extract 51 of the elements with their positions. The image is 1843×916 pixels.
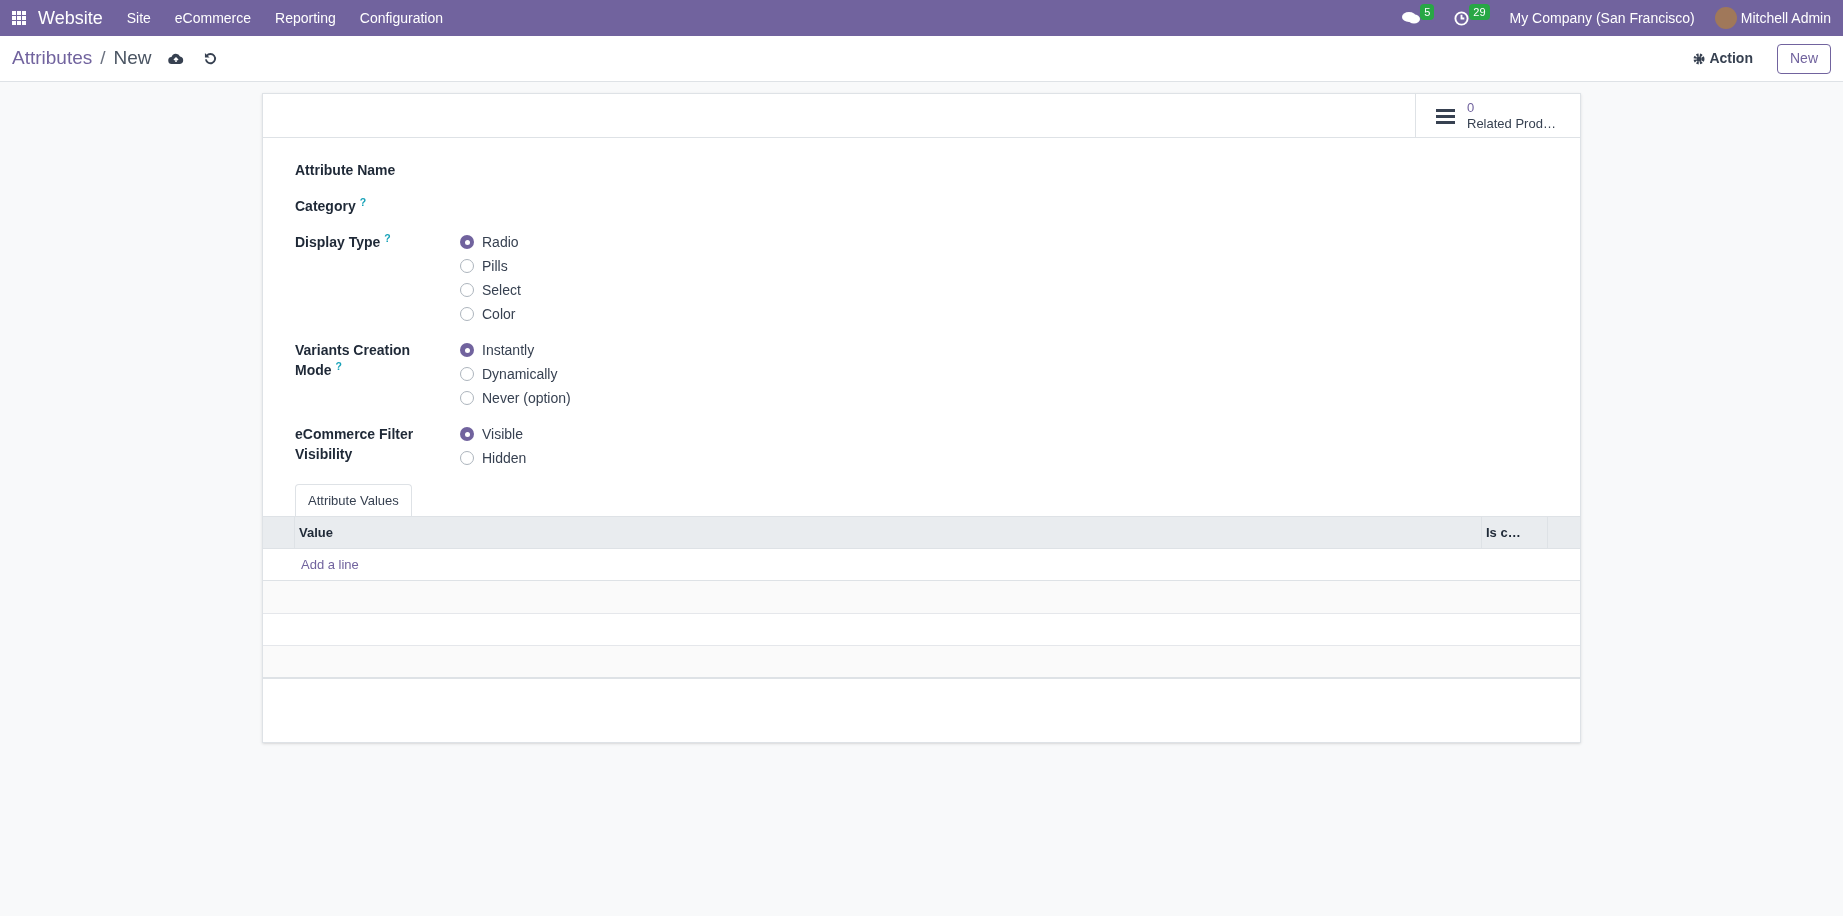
gear-icon — [1693, 52, 1706, 65]
menu-item[interactable]: eCommerce — [174, 7, 252, 29]
stat-label: Related Prod… — [1467, 115, 1556, 132]
radio-label[interactable]: Pills — [482, 255, 508, 277]
user-menu[interactable]: Mitchell Admin — [1740, 7, 1831, 29]
menu-item[interactable]: Reporting — [275, 7, 336, 29]
list-icon — [1436, 107, 1455, 124]
add-line-link[interactable]: Add a line — [301, 554, 359, 575]
action-button[interactable]: Action — [1693, 48, 1753, 69]
radio-label[interactable]: Never (option) — [482, 387, 571, 409]
radio-button[interactable] — [460, 391, 474, 405]
column-header[interactable]: Value — [295, 522, 1481, 543]
new-button[interactable]: New — [1777, 43, 1831, 74]
field-label: Category $^{?}$ — [295, 196, 368, 216]
radio-label[interactable]: Dynamically — [482, 363, 558, 385]
breadcrumb-separator: / — [100, 46, 106, 71]
radio-label[interactable]: Color — [482, 303, 516, 325]
undo-icon[interactable] — [203, 52, 217, 65]
radio-label[interactable]: Radio — [482, 231, 519, 253]
radio-button[interactable] — [460, 367, 474, 381]
radio-button[interactable] — [460, 259, 474, 273]
badge: 29 — [1469, 3, 1490, 21]
breadcrumb-link[interactable]: Attributes — [12, 44, 93, 73]
field-label: Attribute Name — [295, 161, 397, 180]
stat-button[interactable]: 0 Related Prod… — [1415, 94, 1580, 137]
radio-label[interactable]: Select — [482, 279, 521, 301]
field-label: eCommerce Filter Visibility — [295, 425, 415, 464]
radio-button[interactable] — [460, 427, 474, 441]
radio-button[interactable] — [460, 307, 474, 321]
radio-label[interactable]: Visible — [482, 423, 523, 445]
cloud-upload-icon[interactable] — [167, 52, 184, 65]
field-label: Variants Creation Mode $^{?}$ — [295, 341, 412, 380]
radio-button[interactable] — [460, 235, 474, 249]
field-label: Display Type $^{?}$ — [295, 232, 392, 252]
badge: 5 — [1420, 3, 1435, 21]
chat-icon[interactable] — [1402, 11, 1421, 25]
stat-value: 0 — [1467, 99, 1476, 116]
radio-label[interactable]: Instantly — [482, 339, 535, 361]
breadcrumb-current: New — [113, 46, 152, 71]
radio-label[interactable]: Hidden — [482, 447, 527, 469]
app-grid-icon[interactable] — [12, 11, 26, 25]
tab[interactable]: Attribute Values — [295, 484, 412, 516]
radio-button[interactable] — [460, 451, 474, 465]
menu-item[interactable]: Configuration — [359, 7, 444, 29]
app-name[interactable]: Website — [38, 4, 103, 32]
company-switcher[interactable]: My Company (San Francisco) — [1509, 7, 1695, 29]
radio-button[interactable] — [460, 343, 474, 357]
column-header[interactable]: Is c… — [1481, 517, 1547, 548]
clock-icon[interactable] — [1454, 10, 1470, 26]
radio-button[interactable] — [460, 283, 474, 297]
menu-item[interactable]: Site — [126, 7, 151, 29]
